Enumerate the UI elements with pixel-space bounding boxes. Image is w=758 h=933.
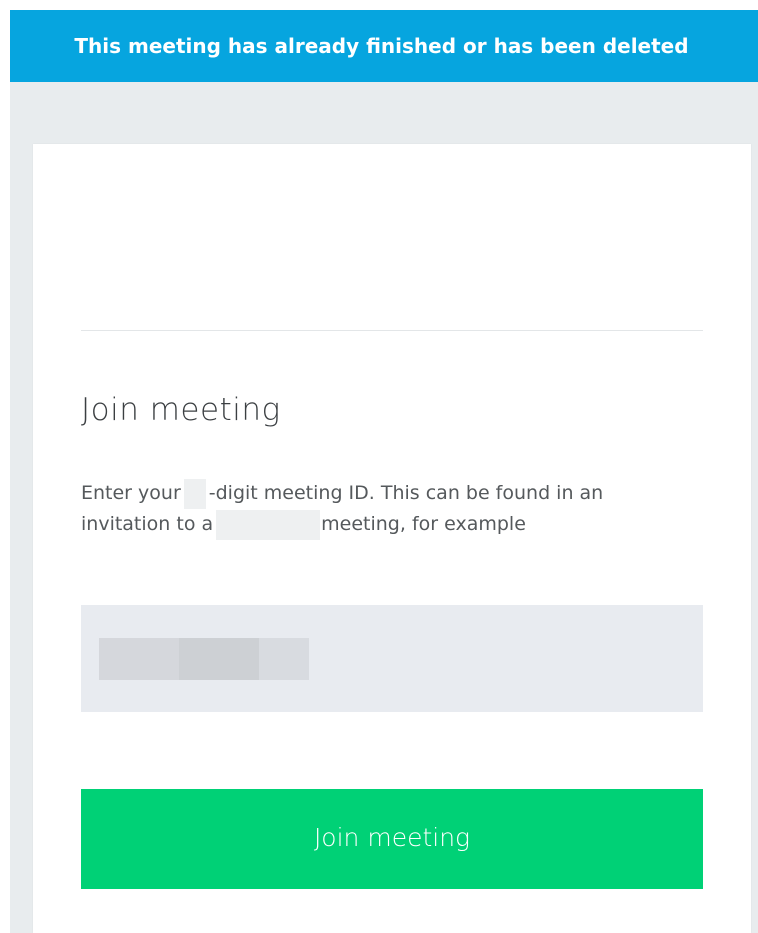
- redacted-meeting-id-part-3: [259, 638, 309, 680]
- instructions-line-2: invitation to a meeting, for example: [81, 509, 721, 540]
- status-banner: This meeting has already finished or has…: [10, 10, 758, 82]
- instructions-line-1: Enter your -digit meeting ID. This can be…: [81, 478, 721, 509]
- page-title: Join meeting: [81, 392, 281, 428]
- join-meeting-button[interactable]: Join meeting: [81, 789, 703, 889]
- join-meeting-button-label: Join meeting: [313, 822, 471, 852]
- redacted-digit-count: [183, 478, 206, 509]
- banner-message: This meeting has already finished or has…: [74, 34, 689, 58]
- redacted-app-name: [216, 509, 321, 540]
- instructions-line-1-end: -digit meeting ID. This can be found in …: [208, 482, 604, 504]
- instructions-text: Enter your -digit meeting ID. This can be…: [81, 478, 721, 540]
- redacted-meeting-id-part-1: [99, 638, 179, 680]
- redacted-meeting-id: [99, 638, 309, 680]
- logo-area: [81, 144, 703, 330]
- redacted-meeting-id-part-2: [179, 638, 259, 680]
- instructions-line-2-start: invitation to a: [81, 513, 214, 535]
- card-divider: [81, 330, 703, 331]
- instructions-line-2-end: meeting, for example: [321, 513, 526, 535]
- page: This meeting has already finished or has…: [0, 0, 758, 933]
- instructions-line-1-start: Enter your: [81, 482, 181, 504]
